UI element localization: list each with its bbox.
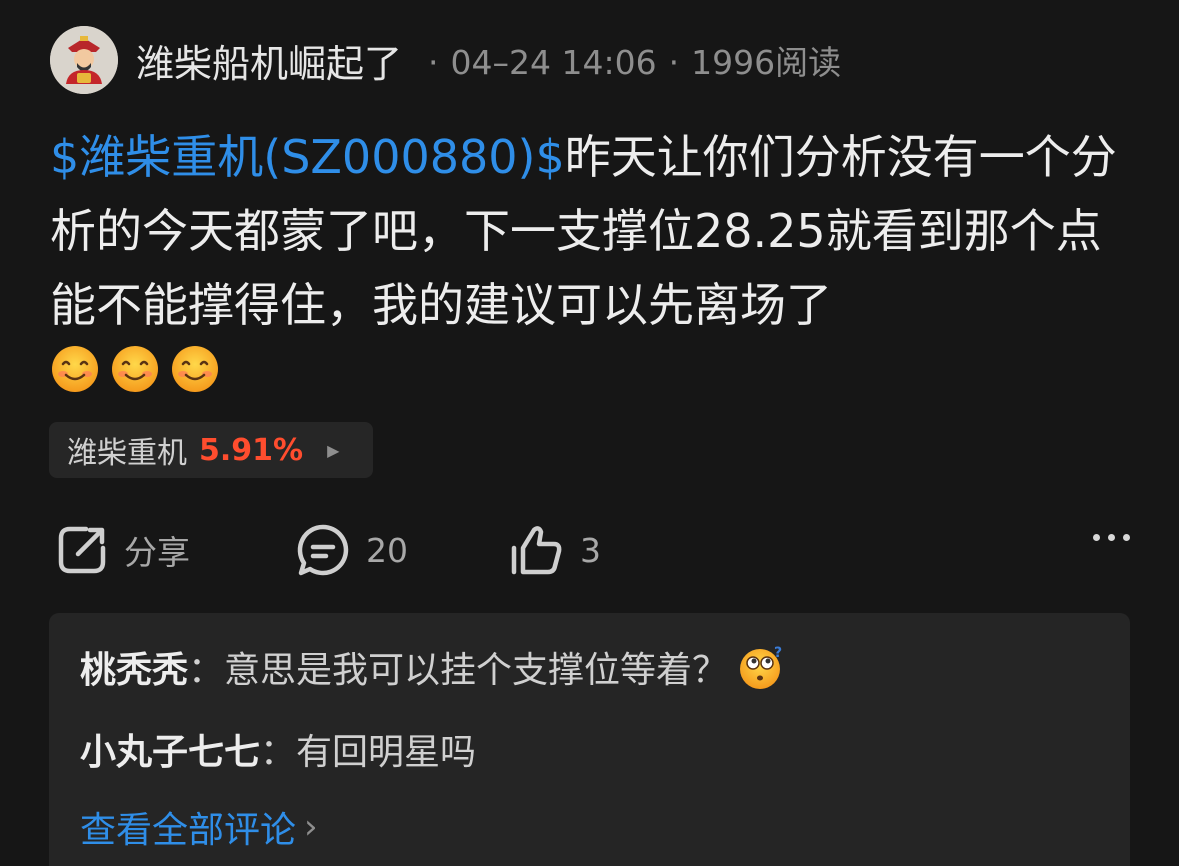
comment-author[interactable]: 小丸子七七 [80, 723, 260, 775]
stock-change: 5.91% [199, 432, 304, 468]
comment-icon [297, 524, 349, 576]
view-all-comments-link[interactable]: 查看全部评论 › [80, 801, 318, 853]
caishen-avatar-icon [50, 26, 118, 94]
comment-item[interactable]: 小丸子七七：有回明星吗 [80, 723, 476, 775]
post-meta: · 04–24 14:06 · 1996阅读 [416, 36, 841, 84]
like-button[interactable]: 3 [508, 518, 601, 582]
smile-emoji-icon [112, 346, 158, 392]
smile-emoji-icon [172, 346, 218, 392]
stock-name: 潍柴重机 [67, 436, 187, 471]
meta-separator: · [428, 43, 439, 82]
comment-separator: ： [188, 650, 225, 691]
stock-link[interactable]: $潍柴重机(SZ000880)$ [50, 130, 565, 184]
stock-quote-pill[interactable]: 潍柴重机 5.91% ▶ [49, 422, 373, 478]
post-header: 潍柴船机崛起了 · 04–24 14:06 · 1996阅读 [50, 25, 841, 95]
more-dot-icon [1093, 534, 1100, 541]
svg-text:?: ? [774, 645, 782, 661]
view-all-label: 查看全部评论 [80, 810, 297, 851]
comments-preview: 桃秃秃：意思是我可以挂个支撑位等着？ ? 小丸子七七：有回明星吗 查看全部评论 … [49, 613, 1130, 866]
avatar[interactable] [50, 26, 118, 94]
thumbs-up-icon [511, 526, 562, 575]
like-count: 3 [580, 530, 601, 570]
emoji-row [50, 344, 1130, 394]
meta-separator: · [668, 43, 680, 82]
comment-item[interactable]: 桃秃秃：意思是我可以挂个支撑位等着？ ? [80, 641, 786, 693]
username[interactable]: 潍柴船机崛起了 [136, 33, 402, 88]
read-count: 1996阅读 [691, 43, 842, 82]
comment-author[interactable]: 桃秃秃 [80, 641, 188, 693]
comment-text: 有回明星吗 [296, 732, 477, 773]
comment-separator: ： [260, 732, 297, 773]
more-options-button[interactable] [1093, 534, 1130, 541]
smile-emoji-icon [52, 346, 98, 392]
share-icon [58, 526, 106, 574]
chevron-right-icon: › [304, 807, 318, 847]
comment-text: 意思是我可以挂个支撑位等着？ [224, 650, 729, 691]
play-arrow-icon: ▶ [327, 440, 340, 460]
timestamp: 04–24 14:06 [450, 43, 657, 82]
share-label: 分享 [124, 533, 190, 572]
more-dot-icon [1123, 534, 1130, 541]
post-body: $潍柴重机(SZ000880)$昨天让你们分析没有一个分析的今天都蒙了吧，下一支… [50, 120, 1130, 394]
confused-emoji-icon: ? [740, 645, 782, 689]
comment-button[interactable]: 20 [296, 518, 408, 582]
action-bar: 分享 20 3 [50, 518, 1130, 582]
more-dot-icon [1108, 534, 1115, 541]
share-button[interactable]: 分享 [56, 518, 190, 582]
comment-count: 20 [366, 530, 408, 570]
